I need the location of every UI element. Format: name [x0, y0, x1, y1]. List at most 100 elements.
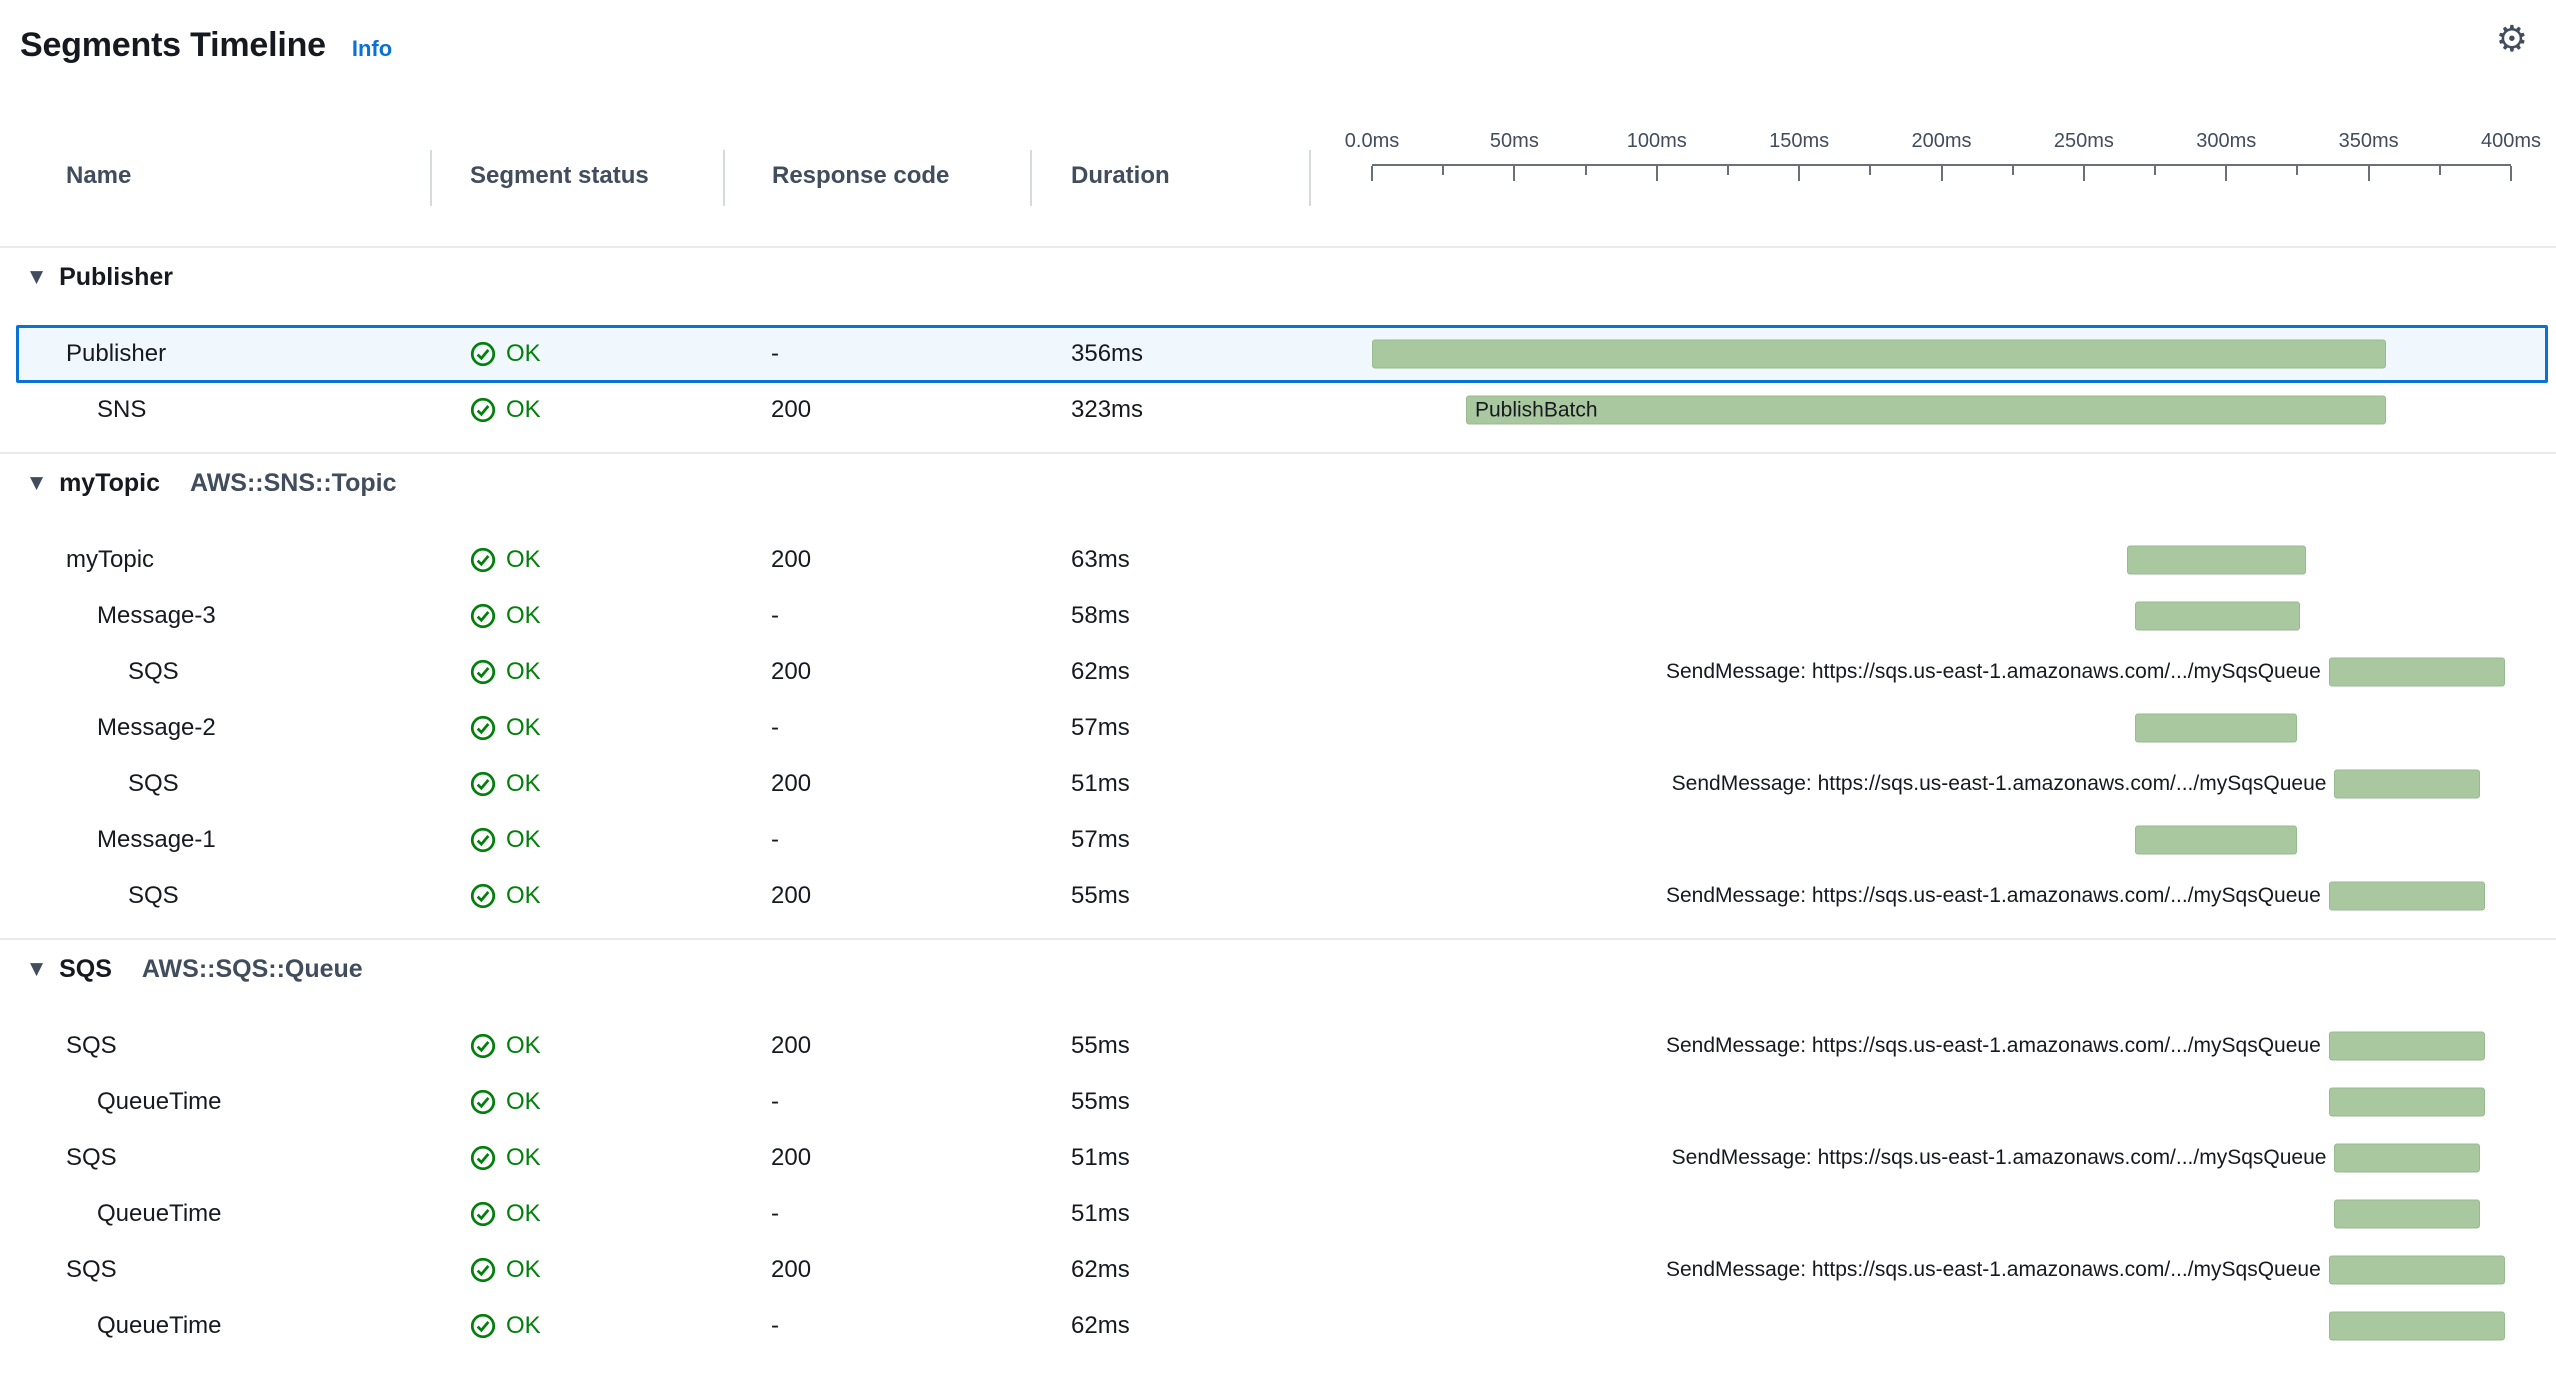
segment-row[interactable]: QueueTime OK - 51ms	[0, 1186, 2556, 1242]
segment-row[interactable]: Message-3 OK - 58ms	[0, 588, 2556, 644]
segment-bar[interactable]	[2329, 882, 2486, 911]
timeline-cell: PublishBatch	[1309, 382, 2556, 438]
group-header[interactable]: ▼ myTopic AWS::SNS::Topic	[0, 452, 2556, 512]
response-code: 200	[723, 1144, 1030, 1172]
axis-tick	[2083, 166, 2085, 181]
axis-tick	[1442, 166, 1444, 175]
status-label: OK	[506, 602, 541, 630]
duration-value: 63ms	[1030, 546, 1309, 574]
axis-tick	[1656, 166, 1658, 181]
status-label: OK	[506, 1256, 541, 1284]
segment-bar[interactable]	[2135, 826, 2297, 855]
column-divider	[1030, 150, 1032, 206]
group-header[interactable]: ▼ SQS AWS::SQS::Queue	[0, 938, 2556, 998]
response-code: -	[723, 340, 1030, 368]
timeline-cell: SendMessage: https://sqs.us-east-1.amazo…	[1309, 868, 2556, 924]
status-ok-icon	[470, 1089, 496, 1115]
group-rows: myTopic OK 200 63ms Message-3 OK - 58ms	[0, 532, 2556, 924]
segment-bar[interactable]	[2329, 1312, 2506, 1341]
segment-bar[interactable]	[2334, 1200, 2479, 1229]
bar-prefix-label: SendMessage: https://sqs.us-east-1.amazo…	[1672, 772, 2327, 796]
duration-value: 51ms	[1030, 1144, 1309, 1172]
status-label: OK	[506, 1144, 541, 1172]
segment-row[interactable]: SQS OK 200 51ms SendMessage: https://sqs…	[0, 1130, 2556, 1186]
segment-bar[interactable]	[1372, 340, 2386, 369]
segment-status: OK	[430, 826, 723, 854]
group-rows: SQS OK 200 55ms SendMessage: https://sqs…	[0, 1018, 2556, 1354]
collapse-triangle-icon[interactable]: ▼	[30, 267, 43, 287]
segment-group: ▼ Publisher Publisher OK - 356ms SNS OK	[0, 246, 2556, 438]
segment-bar[interactable]: PublishBatch	[1466, 396, 2386, 425]
status-ok-icon	[470, 341, 496, 367]
axis-tick	[1798, 166, 1800, 181]
status-label: OK	[506, 658, 541, 686]
segment-bar[interactable]	[2329, 1256, 2506, 1285]
segment-row[interactable]: QueueTime OK - 62ms	[0, 1298, 2556, 1354]
segment-name: SQS	[0, 1144, 430, 1172]
segment-row[interactable]: myTopic OK 200 63ms	[0, 532, 2556, 588]
segment-row[interactable]: SQS OK 200 51ms SendMessage: https://sqs…	[0, 756, 2556, 812]
segment-status: OK	[430, 340, 723, 368]
segment-row[interactable]: Message-2 OK - 57ms	[0, 700, 2556, 756]
column-divider	[723, 150, 725, 206]
segment-status: OK	[430, 1200, 723, 1228]
axis-tick	[1869, 166, 1871, 175]
segment-row[interactable]: SQS OK 200 62ms SendMessage: https://sqs…	[0, 644, 2556, 700]
axis-tick	[2510, 166, 2512, 181]
segment-row[interactable]: SQS OK 200 55ms SendMessage: https://sqs…	[0, 868, 2556, 924]
axis-tick	[1585, 166, 1587, 175]
info-link[interactable]: Info	[352, 36, 392, 62]
segment-status: OK	[430, 1144, 723, 1172]
status-ok-icon	[470, 883, 496, 909]
segment-bar[interactable]	[2329, 1032, 2486, 1061]
group-header[interactable]: ▼ Publisher	[0, 246, 2556, 306]
status-label: OK	[506, 340, 541, 368]
settings-button[interactable]: ⚙	[2492, 18, 2532, 62]
column-header-segment-status: Segment status	[470, 162, 649, 190]
segment-row[interactable]: QueueTime OK - 55ms	[0, 1074, 2556, 1130]
axis-tick	[2154, 166, 2156, 175]
duration-value: 58ms	[1030, 602, 1309, 630]
axis-tick	[1727, 166, 1729, 175]
bar-prefix-label: SendMessage: https://sqs.us-east-1.amazo…	[1666, 884, 2321, 908]
response-code: 200	[723, 882, 1030, 910]
response-code: 200	[723, 770, 1030, 798]
axis-tick-label: 300ms	[2196, 130, 2256, 153]
timeline-cell	[1309, 1298, 2556, 1354]
segment-bar[interactable]	[2334, 770, 2479, 799]
axis-ruler	[1372, 164, 2511, 182]
axis-tick	[1371, 166, 1373, 181]
duration-value: 57ms	[1030, 714, 1309, 742]
duration-value: 62ms	[1030, 658, 1309, 686]
group-type: AWS::SNS::Topic	[190, 469, 396, 498]
timeline-cell: SendMessage: https://sqs.us-east-1.amazo…	[1309, 756, 2556, 812]
status-label: OK	[506, 546, 541, 574]
segment-row[interactable]: Message-1 OK - 57ms	[0, 812, 2556, 868]
duration-value: 57ms	[1030, 826, 1309, 854]
page-title: Segments Timeline	[20, 26, 326, 65]
segment-bar[interactable]	[2329, 658, 2506, 687]
segment-bar[interactable]	[2334, 1144, 2479, 1173]
segment-bar[interactable]	[2135, 602, 2300, 631]
segment-row[interactable]: SQS OK 200 55ms SendMessage: https://sqs…	[0, 1018, 2556, 1074]
segment-bar[interactable]	[2135, 714, 2297, 743]
bar-label: PublishBatch	[1467, 398, 1598, 422]
segment-row[interactable]: Publisher OK - 356ms	[0, 326, 2556, 382]
collapse-triangle-icon[interactable]: ▼	[30, 959, 43, 979]
timeline-cell: SendMessage: https://sqs.us-east-1.amazo…	[1309, 1018, 2556, 1074]
segment-row[interactable]: SQS OK 200 62ms SendMessage: https://sqs…	[0, 1242, 2556, 1298]
segment-bar[interactable]	[2127, 546, 2306, 575]
segment-row[interactable]: SNS OK 200 323ms PublishBatch	[0, 382, 2556, 438]
collapse-triangle-icon[interactable]: ▼	[30, 473, 43, 493]
segment-bar[interactable]	[2329, 1088, 2486, 1117]
status-ok-icon	[470, 659, 496, 685]
status-ok-icon	[470, 1313, 496, 1339]
column-header-response-code: Response code	[772, 162, 949, 190]
timeline-cell: SendMessage: https://sqs.us-east-1.amazo…	[1309, 644, 2556, 700]
status-label: OK	[506, 1032, 541, 1060]
column-divider	[1309, 150, 1311, 206]
gear-icon: ⚙	[2496, 19, 2528, 60]
segment-status: OK	[430, 1032, 723, 1060]
axis-tick-label: 0.0ms	[1345, 130, 1399, 153]
timeline-cell	[1309, 532, 2556, 588]
